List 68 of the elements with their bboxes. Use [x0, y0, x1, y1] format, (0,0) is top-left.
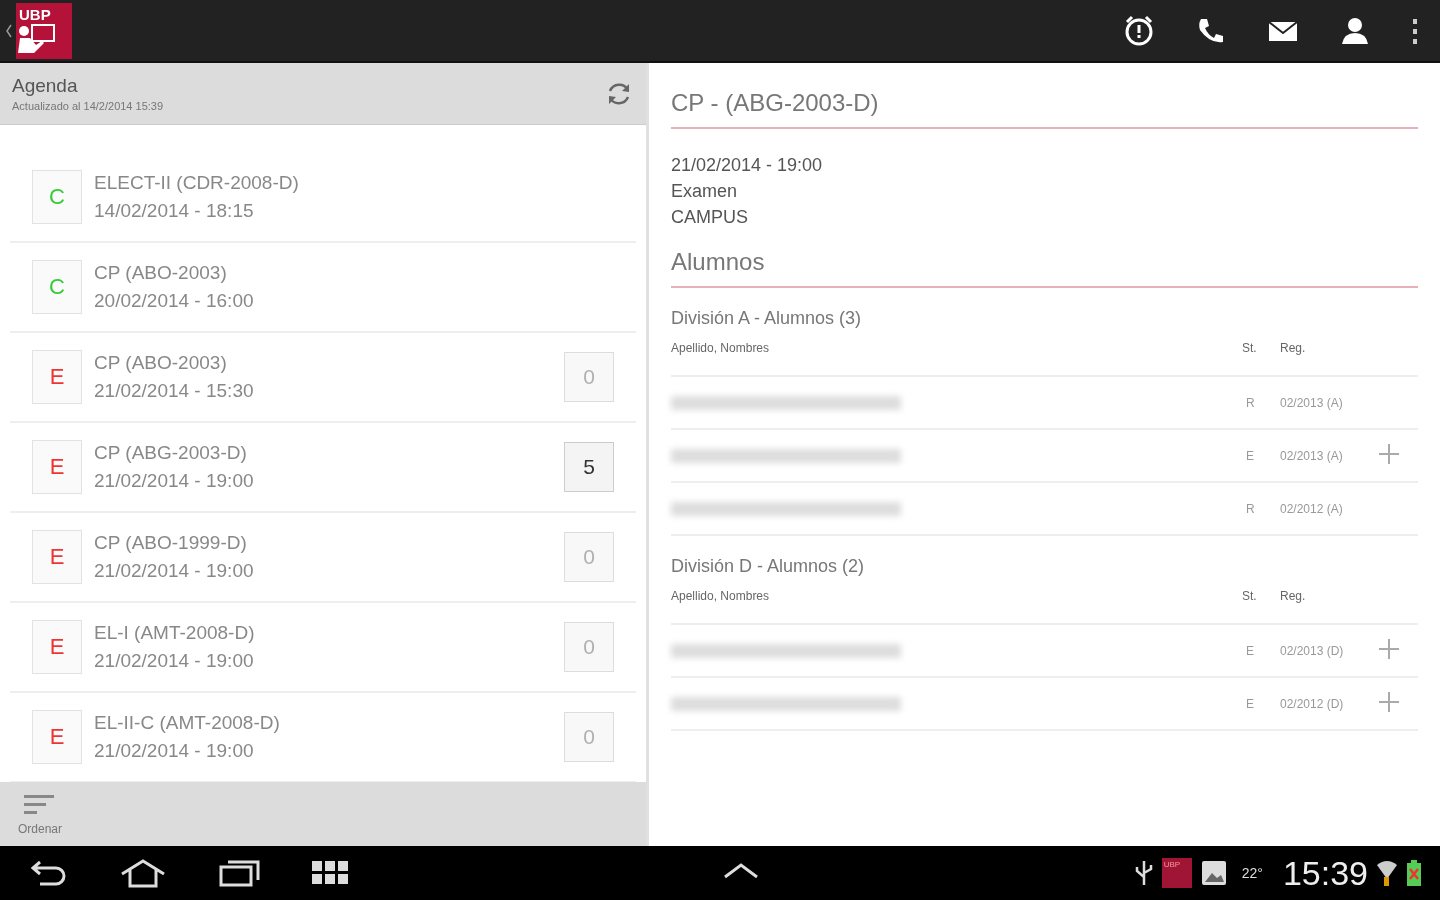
status-badge: E — [32, 440, 82, 494]
left-caret-icon[interactable] — [6, 23, 12, 38]
count-badge[interactable]: 5 — [564, 442, 614, 492]
exam-datetime: 21/02/2014 - 19:00 — [94, 560, 255, 582]
temperature-text: 22° — [1241, 865, 1263, 881]
subject-title: CP (ABO-2003) — [94, 262, 228, 284]
section-heading: Alumnos — [671, 248, 1418, 288]
status-badge: E — [32, 620, 82, 674]
status-badge: E — [32, 710, 82, 764]
division-heading: División A - Alumnos (3) — [671, 307, 863, 330]
sort-icon — [24, 794, 56, 816]
status-badge: E — [32, 350, 82, 404]
status-cell-text: R — [1245, 395, 1256, 410]
regularity-cell-text: 02/2013 (D) — [1280, 643, 1345, 658]
division-heading: División D - Alumnos (2) — [671, 555, 866, 578]
app-logo[interactable]: UBP — [16, 2, 72, 59]
column-header: St. — [1241, 341, 1258, 355]
exam-datetime: 14/02/2014 - 18:15 — [94, 200, 255, 222]
battery-icon — [1406, 859, 1422, 887]
exam-detail: Examen — [671, 181, 739, 202]
image-icon — [1199, 859, 1228, 887]
status-cell-text: R — [1245, 501, 1256, 516]
count-badge[interactable]: 0 — [564, 622, 614, 672]
wifi-signal-icon — [1376, 859, 1398, 887]
exam-datetime: 21/02/2014 - 19:00 — [94, 650, 255, 672]
teacher-icon — [16, 22, 56, 53]
column-header: St. — [1241, 589, 1258, 603]
usb-icon — [1133, 859, 1154, 887]
clock-text: 15:39 — [1282, 853, 1368, 893]
subject-title: CP (ABG-2003-D) — [94, 442, 248, 464]
subject-title: EL-II-C (AMT-2008-D) — [94, 712, 281, 734]
back-icon[interactable] — [30, 858, 68, 888]
exam-datetime: 20/02/2014 - 16:00 — [94, 290, 255, 312]
subject-title: ELECT-II (CDR-2008-D) — [94, 172, 300, 194]
regularity-cell-text: 02/2013 (A) — [1280, 395, 1344, 410]
recent-apps-icon[interactable] — [218, 858, 260, 888]
app-notification-icon[interactable]: UBP — [1161, 858, 1192, 888]
exam-datetime: 21/02/2014 - 15:30 — [94, 380, 255, 402]
exam-detail: 21/02/2014 - 19:00 — [671, 155, 824, 176]
count-badge[interactable]: 0 — [564, 352, 614, 402]
subject-title: EL-I (AMT-2008-D) — [94, 622, 256, 644]
count-badge[interactable]: 0 — [564, 712, 614, 762]
status-badge: C — [32, 260, 82, 314]
agenda-title: Agenda — [12, 75, 79, 97]
exam-datetime: 21/02/2014 - 19:00 — [94, 740, 255, 762]
status-cell-text: E — [1245, 643, 1255, 658]
regularity-cell-text: 02/2013 (A) — [1280, 448, 1344, 463]
status-cell-text: E — [1245, 448, 1255, 463]
status-badge: C — [32, 170, 82, 224]
up-chevron-icon[interactable] — [722, 861, 759, 881]
column-header: Reg. — [1280, 341, 1307, 355]
subject-title: CP (ABO-1999-D) — [94, 532, 248, 554]
home-icon[interactable] — [120, 858, 166, 888]
count-badge[interactable]: 0 — [564, 532, 614, 582]
status-badge: E — [32, 530, 82, 584]
column-header: Apellido, Nombres — [671, 589, 771, 603]
subject-title: CP (ABO-2003) — [94, 352, 228, 374]
exam-datetime: 21/02/2014 - 19:00 — [94, 470, 255, 492]
column-header: Apellido, Nombres — [671, 341, 771, 355]
updated-text: Actualizado al 14/2/2014 15:39 — [12, 100, 165, 112]
exam-detail: CAMPUS — [671, 207, 749, 228]
apps-grid-icon[interactable] — [312, 861, 348, 885]
regularity-cell-text: 02/2012 (D) — [1280, 696, 1345, 711]
status-cell-text: E — [1245, 696, 1255, 711]
section-heading: CP - (ABG-2003-D) — [671, 89, 1418, 129]
column-header: Reg. — [1280, 589, 1307, 603]
regularity-cell-text: 02/2012 (A) — [1280, 501, 1344, 516]
sort-button[interactable]: Ordenar — [12, 782, 69, 837]
